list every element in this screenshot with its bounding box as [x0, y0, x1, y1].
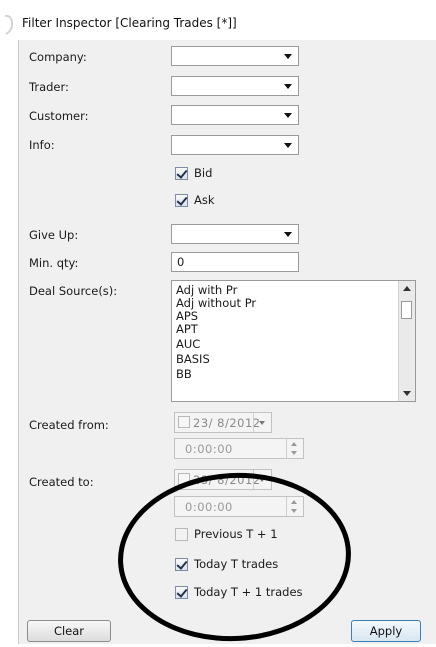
time-spinner[interactable]	[286, 497, 303, 516]
customer-label: Customer:	[29, 109, 89, 123]
list-item[interactable]: AUC	[176, 338, 200, 351]
previous-t1-label: Previous T + 1	[194, 527, 278, 541]
app-icon	[4, 14, 14, 35]
spin-up-icon[interactable]	[291, 442, 297, 446]
filter-panel: Company: Trader: Customer: Info: Bid Ask…	[18, 40, 436, 644]
created-to-label: Created to:	[29, 475, 94, 489]
chevron-down-icon[interactable]	[284, 84, 292, 89]
chevron-down-icon[interactable]	[284, 232, 292, 237]
created-from-time-value: 0:00:00	[185, 442, 233, 456]
today-t-checkbox[interactable]	[175, 558, 188, 571]
previous-t1-checkbox[interactable]	[175, 528, 188, 541]
list-item[interactable]: BB	[176, 368, 192, 381]
min-qty-label: Min. qty:	[29, 256, 79, 270]
created-from-enable-checkbox[interactable]	[178, 416, 190, 428]
ask-checkbox[interactable]	[175, 194, 188, 207]
scroll-down-icon[interactable]	[403, 391, 411, 396]
trader-label: Trader:	[29, 80, 69, 94]
created-to-time-value: 0:00:00	[185, 500, 233, 514]
bid-checkbox[interactable]	[175, 167, 188, 180]
company-combo[interactable]	[171, 46, 299, 66]
customer-combo[interactable]	[171, 105, 299, 125]
info-label: Info:	[29, 138, 55, 152]
created-from-date-value: 23/ 8/2012	[193, 416, 261, 430]
apply-button[interactable]: Apply	[351, 620, 421, 642]
created-from-time[interactable]: 0:00:00	[174, 438, 304, 459]
created-to-time[interactable]: 0:00:00	[174, 496, 304, 517]
chevron-down-icon[interactable]	[284, 54, 292, 59]
window-title: Filter Inspector [Clearing Trades [*]]	[22, 16, 237, 30]
today-t-label: Today T trades	[194, 557, 279, 571]
created-to-enable-checkbox[interactable]	[178, 473, 190, 485]
chevron-down-icon[interactable]	[284, 113, 292, 118]
spin-up-icon[interactable]	[291, 500, 297, 504]
company-label: Company:	[29, 50, 87, 64]
give-up-combo[interactable]	[171, 224, 299, 244]
scroll-thumb[interactable]	[401, 301, 412, 319]
calendar-dropdown-icon[interactable]	[253, 470, 271, 489]
list-item[interactable]: BASIS	[176, 353, 210, 366]
time-spinner[interactable]	[286, 439, 303, 458]
spin-down-icon[interactable]	[291, 509, 297, 513]
deal-source-list[interactable]: Adj with Pr Adj without Pr APS APT AUC B…	[171, 280, 416, 402]
today-t1-label: Today T + 1 trades	[194, 585, 303, 599]
scroll-up-icon[interactable]	[403, 286, 411, 291]
list-item[interactable]: APT	[176, 323, 198, 336]
trader-combo[interactable]	[171, 76, 299, 96]
list-scrollbar[interactable]	[398, 281, 415, 401]
title-bar: Filter Inspector [Clearing Trades [*]]	[0, 0, 436, 40]
created-from-date[interactable]: 23/ 8/2012	[174, 412, 272, 433]
created-from-label: Created from:	[29, 418, 109, 432]
chevron-down-icon[interactable]	[284, 143, 292, 148]
ask-label: Ask	[194, 193, 215, 207]
bid-label: Bid	[194, 166, 213, 180]
clear-button[interactable]: Clear	[27, 620, 111, 642]
calendar-dropdown-icon[interactable]	[253, 413, 271, 432]
deal-source-label: Deal Source(s):	[29, 284, 118, 298]
spin-down-icon[interactable]	[291, 451, 297, 455]
info-combo[interactable]	[171, 135, 299, 155]
today-t1-checkbox[interactable]	[175, 586, 188, 599]
created-to-date-value: 23/ 8/2012	[193, 473, 261, 487]
created-to-date[interactable]: 23/ 8/2012	[174, 469, 272, 490]
min-qty-input[interactable]: 0	[171, 252, 299, 272]
give-up-label: Give Up:	[29, 228, 79, 242]
